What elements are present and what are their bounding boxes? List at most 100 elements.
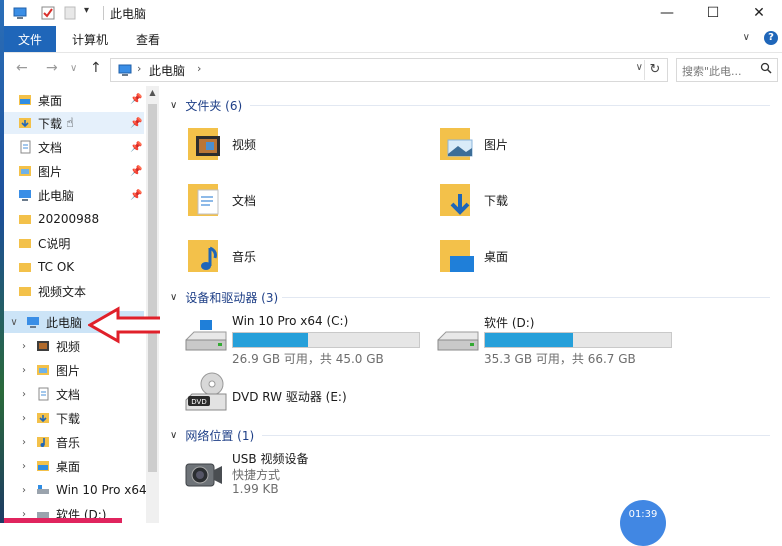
pin-icon: 📌 <box>130 142 143 153</box>
tab-view[interactable]: 查看 <box>136 31 160 48</box>
network-usb-video-device[interactable]: USB 视频设备 快捷方式 1.99 KB <box>184 450 424 500</box>
folder-tile-videos[interactable]: 视频 <box>184 124 256 164</box>
desktop-folder-icon <box>18 93 32 107</box>
group-network-header[interactable]: ∨ 网络位置 (1) <box>170 427 254 444</box>
help-icon[interactable]: ? <box>764 31 778 45</box>
chevron-down-icon[interactable]: ∨ <box>170 292 177 303</box>
breadcrumb-chevron-icon[interactable]: › <box>197 62 201 75</box>
sidebar-item-documents[interactable]: 文档 <box>18 136 142 158</box>
sidebar-item-label: TC OK <box>38 260 75 274</box>
recent-locations-button[interactable]: ∨ <box>70 63 77 74</box>
scrollbar-thumb[interactable] <box>148 104 157 472</box>
chevron-right-icon[interactable]: › <box>18 437 30 448</box>
group-folders-header[interactable]: ∨ 文件夹 (6) <box>170 97 242 114</box>
drive-name: DVD RW 驱动器 (E:) <box>232 390 347 404</box>
sidebar-item-this-pc-pinned[interactable]: 此电脑 <box>18 184 142 206</box>
desktop-folder-icon <box>440 240 474 272</box>
download-folder-icon <box>440 184 470 216</box>
title-bar: ▾ 此电脑 — ☐ ✕ <box>4 0 782 26</box>
maximize-button[interactable]: ☐ <box>690 0 736 26</box>
sidebar-item-folder[interactable]: TC OK <box>18 256 142 278</box>
navigation-pane: 桌面 📌 下载 ☝ 📌 文档 📌 图片 📌 此电脑 📌 20200988 C说明… <box>4 86 159 523</box>
sidebar-item-label: 下载 <box>38 116 63 131</box>
folder-tile-documents[interactable]: 文档 <box>184 180 256 220</box>
dvd-badge: DVD <box>191 398 206 406</box>
sidebar-item-folder[interactable]: C说明 <box>18 232 142 254</box>
sidebar-item-downloads[interactable]: 下载 ☝ <box>4 112 144 134</box>
breadcrumb-this-pc[interactable]: 此电脑 <box>149 62 185 79</box>
drive-d[interactable]: 软件 (D:) 35.3 GB 可用，共 66.7 GB <box>436 314 676 366</box>
group-title: 设备和驱动器 (3) <box>185 291 279 305</box>
sidebar-item-label: 文档 <box>56 387 81 402</box>
forward-button[interactable]: → <box>46 60 58 76</box>
up-button[interactable]: ↑ <box>90 60 102 76</box>
ribbon: 文件 计算机 查看 ∨ ? <box>4 26 782 53</box>
address-dropdown-icon[interactable]: ∨ <box>636 62 643 73</box>
properties-icon[interactable] <box>40 5 56 21</box>
folder-tile-music[interactable]: 音乐 <box>184 236 256 276</box>
folder-tile-downloads[interactable]: 下载 <box>436 180 508 220</box>
pictures-folder-icon <box>440 128 473 160</box>
chevron-right-icon[interactable]: › <box>18 413 30 424</box>
minimize-button[interactable]: — <box>644 0 690 26</box>
network-size: 1.99 KB <box>232 482 279 496</box>
chevron-down-icon[interactable]: ∨ <box>170 100 177 111</box>
chevron-down-icon[interactable]: ∨ <box>8 317 20 328</box>
sidebar-item-desktop[interactable]: › 桌面 <box>18 455 142 477</box>
pin-icon: 📌 <box>130 190 143 201</box>
chevron-right-icon[interactable]: › <box>18 341 30 352</box>
new-folder-icon[interactable] <box>62 5 78 21</box>
tab-file[interactable]: 文件 <box>4 26 56 52</box>
computer-icon <box>13 7 27 19</box>
sidebar-item-music[interactable]: › 音乐 <box>18 431 142 453</box>
pin-icon: 📌 <box>130 118 143 129</box>
chevron-right-icon[interactable]: › <box>18 461 30 472</box>
search-placeholder: 搜索"此电... <box>682 65 742 78</box>
search-icon[interactable] <box>760 62 772 74</box>
sidebar-item-label: 20200988 <box>38 212 100 226</box>
drive-c[interactable]: Win 10 Pro x64 (C:) 26.9 GB 可用，共 45.0 GB <box>184 314 424 366</box>
group-divider <box>262 435 770 436</box>
scroll-up-icon[interactable]: ▲ <box>146 88 159 97</box>
customize-quick-access-icon[interactable]: ▾ <box>84 5 100 21</box>
sidebar-item-downloads[interactable]: › 下载 <box>18 407 142 429</box>
close-button[interactable]: ✕ <box>736 0 782 26</box>
breadcrumb-chevron-icon[interactable]: › <box>137 62 141 75</box>
pin-icon: 📌 <box>130 166 143 177</box>
nav-scrollbar[interactable]: ▲ <box>146 86 159 523</box>
drive-usage-fill <box>233 333 308 347</box>
search-box[interactable]: 搜索"此电... <box>676 58 778 82</box>
music-folder-icon <box>188 240 218 272</box>
sidebar-item-label: 桌面 <box>38 93 63 108</box>
chevron-right-icon[interactable]: › <box>18 389 30 400</box>
tile-label: 图片 <box>484 137 509 152</box>
video-progress-bar <box>4 518 122 523</box>
folder-tile-desktop[interactable]: 桌面 <box>436 236 508 276</box>
sidebar-item-desktop[interactable]: 桌面 <box>18 89 142 111</box>
sidebar-item-documents[interactable]: › 文档 <box>18 383 142 405</box>
refresh-button[interactable]: ↻ <box>644 60 665 80</box>
sidebar-item-folder[interactable]: 视频文本 <box>18 280 142 302</box>
address-bar[interactable]: › 此电脑 › ∨ ↻ <box>110 58 668 82</box>
chevron-down-icon[interactable]: ∨ <box>170 430 177 441</box>
group-divider <box>250 105 770 106</box>
sidebar-item-drive-c[interactable]: › Win 10 Pro x64 <box>18 479 158 501</box>
sidebar-item-folder[interactable]: 20200988 <box>18 208 142 230</box>
tab-computer[interactable]: 计算机 <box>72 31 108 48</box>
pictures-icon <box>36 363 50 377</box>
computer-icon <box>26 315 40 329</box>
sidebar-item-pictures[interactable]: 图片 <box>18 160 142 182</box>
chevron-right-icon[interactable]: › <box>18 485 30 496</box>
pin-icon: 📌 <box>130 94 143 105</box>
documents-folder-icon <box>188 184 219 216</box>
folder-tile-pictures[interactable]: 图片 <box>436 124 508 164</box>
chevron-right-icon[interactable]: › <box>18 365 30 376</box>
tile-label: 文档 <box>232 193 257 208</box>
group-devices-header[interactable]: ∨ 设备和驱动器 (3) <box>170 289 278 306</box>
download-folder-icon <box>18 116 32 130</box>
ribbon-expand-icon[interactable]: ∨ <box>743 32 750 43</box>
drive-dvd[interactable]: DVD DVD RW 驱动器 (E:) <box>184 372 424 416</box>
videos-icon <box>36 339 50 353</box>
sidebar-item-pictures[interactable]: › 图片 <box>18 359 142 381</box>
back-button[interactable]: ← <box>16 60 28 76</box>
